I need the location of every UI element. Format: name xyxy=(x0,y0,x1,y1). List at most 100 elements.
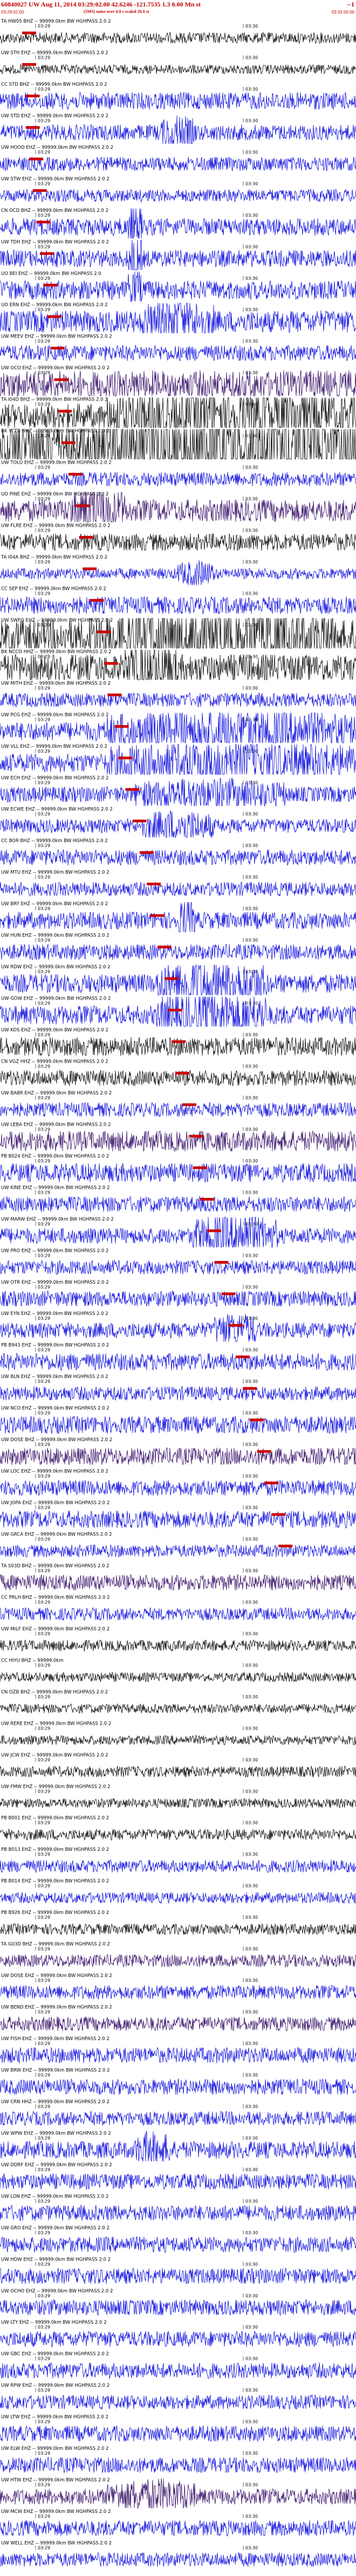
trace-label: PB B943 EHZ -- 99999.0km BW HGHPASS 2.0 … xyxy=(1,1343,109,1348)
pick-marker xyxy=(189,1134,204,1138)
waveform xyxy=(0,1479,356,1497)
trace-label: UW BEND EHZ -- 99999.0km BW HGHPASS 2.0 … xyxy=(1,2005,112,2010)
time-tick-label: 03:29 xyxy=(38,1411,50,1416)
trace-row: UW OCHO EHZ -- 99999.0km BW HGHPASS 2.0 … xyxy=(0,2289,356,2316)
time-tick-label: 03:29 xyxy=(38,1348,50,1353)
time-tick-label: 03:30 xyxy=(245,528,258,533)
pick-marker xyxy=(264,1482,278,1485)
time-tick-label: 03:30 xyxy=(245,2104,258,2109)
trace-label: UW SWFO EHZ -- 99999.0km BW HGHPASS 2.0 … xyxy=(1,618,113,623)
waveform xyxy=(0,188,356,203)
waveform xyxy=(0,1892,356,1904)
trace-label: UW HTW EHZ -- 99999.0km BW HGHPASS 2.0 2 xyxy=(1,2478,110,2483)
time-tick-label: 03:30 xyxy=(245,2230,258,2235)
time-tick-label: 03:30 xyxy=(245,2262,258,2267)
waveform xyxy=(0,1859,356,1874)
trace-label: CC PRLH BHZ -- 99999.0km BW HGHPASS 2.0 … xyxy=(1,1595,110,1600)
pick-marker xyxy=(22,63,36,66)
time-tick-label: 03:29 xyxy=(38,717,50,722)
pick-marker xyxy=(97,630,111,633)
pick-marker xyxy=(207,1229,222,1232)
time-tick-label: 03:29 xyxy=(38,2262,50,2267)
waveform xyxy=(0,2298,356,2316)
time-tick-label: 03:30 xyxy=(245,1663,258,1668)
pick-marker xyxy=(118,756,133,760)
trace-row: UW BLN EHZ -- 99999.0km BW HGHPASS 2.0 2… xyxy=(0,1374,356,1401)
time-tick-label: 03:29 xyxy=(38,1852,50,1857)
time-tick-label: 03:29 xyxy=(38,1695,50,1699)
waveform xyxy=(0,115,356,144)
seismogram-panel: TA HW05 BHZ -- 99999.0km BW HGHPASS 2.0 … xyxy=(0,19,356,2567)
trace-label: CC STD BHZ -- 99999.0km BW HGHPASS 2.0 2 xyxy=(1,82,107,87)
trace-row: UW DDRF EHZ -- 99999.0km BW HGHPASS 2.0 … xyxy=(0,2162,356,2191)
waveform xyxy=(0,2425,356,2442)
trace-label: UO ERN EHZ -- 99999.0km BW HGHPASS 2.0 2 xyxy=(1,302,108,308)
trace-row: PB B001 EHZ -- 99999.0km BW HGHPASS 2.0 … xyxy=(0,1816,356,1841)
trace-label: UW WELL EHZ -- 99999.0km BW HGHPASS 2.0 … xyxy=(1,2541,112,2546)
pick-marker xyxy=(228,1324,243,1327)
trace-label: UW OTR EHZ -- 99999.0km BW HGHPASS 2.0 2 xyxy=(1,1280,109,1285)
time-tick-label: 03:30 xyxy=(245,1127,258,1132)
time-tick-label: 03:29 xyxy=(38,150,50,155)
waveform xyxy=(0,2236,356,2253)
waveform xyxy=(0,2173,356,2191)
pick-marker xyxy=(43,284,58,287)
trace-row: UW WELL EHZ -- 99999.0km BW HGHPASS 2.0 … xyxy=(0,2541,356,2567)
time-tick-label: 03:30 xyxy=(245,24,258,29)
time-tick-label: 03:29 xyxy=(38,749,50,754)
time-tick-label: 03:29 xyxy=(38,654,50,659)
trace-row: TA I04A BHZ -- 99999.0km BW HGHPASS 2.0 … xyxy=(0,555,356,586)
trace-label: UW ELW EHZ -- 99999.0km BW HGHPASS 2.0 2 xyxy=(1,2446,108,2451)
pick-marker xyxy=(165,977,179,980)
trace-row: UW FLRE EHZ -- 99999.0km BW HGHPASS 2.0 … xyxy=(0,524,356,552)
time-tick-label: 03:29 xyxy=(38,1789,50,1794)
trace-label: UW JCW EHZ -- 99999.0km BW HGHPASS 2.0 2 xyxy=(1,1753,108,1758)
time-tick-label: 03:30 xyxy=(245,1064,258,1069)
trace-label: UW EYN EHZ -- 99999.0km BW HGHPASS 2.0 2 xyxy=(1,1311,108,1317)
time-tick-label: 03:30 xyxy=(245,1631,258,1636)
trace-label: CC BOR BHZ -- 99999.0km BW HGHPASS 2.0 2 xyxy=(1,838,108,844)
trace-label: TA S03D BHZ -- 99999.0km BW HGHPASS 2.0 … xyxy=(1,1563,109,1569)
waveform xyxy=(0,533,356,552)
time-tick-label: 03:30 xyxy=(245,1852,258,1857)
time-tick-label: 03:29 xyxy=(38,843,50,848)
time-tick-label: 03:29 xyxy=(38,2514,50,2519)
trace-label: TA HW05 BHZ -- 99999.0km BW HGHPASS 2.0 … xyxy=(1,19,111,24)
waveform xyxy=(0,1101,356,1118)
time-tick-label: 03:30 xyxy=(245,1978,258,1983)
time-tick-label: 03:30 xyxy=(245,2167,258,2172)
trace-row: UW NCO EHZ -- 99999.0km BW HGHPASS 2.0 2… xyxy=(0,1406,356,1435)
trace-row: UW HUN EHZ -- 99999.0km BW HGHPASS 2.0 2… xyxy=(0,933,356,961)
trace-label: UW BRW EHZ -- 99999.0km BW HGHPASS 2.0 2 xyxy=(1,2068,110,2073)
trace-row: UW SWFO EHZ -- 99999.0km BW HGHPASS 2.0 … xyxy=(0,617,356,649)
trace-label: PB B014 EHZ -- 99999.0km BW HGHPASS 2.0 … xyxy=(1,1879,109,1884)
time-tick-label: 03:29 xyxy=(38,2357,50,2361)
trace-label: UW DDRF EHZ -- 99999.0km BW HGHPASS 2.0 … xyxy=(1,2162,112,2168)
time-tick-label: 03:30 xyxy=(245,843,258,848)
trace-row: UW ECH EHZ -- 99999.0km BW HGHPASS 2.0 2… xyxy=(0,775,356,807)
time-tick-label: 03:29 xyxy=(38,938,50,943)
time-tick-label: 03:29 xyxy=(38,591,50,596)
trace-label: UW TDH EHZ -- 99999.0km BW HGHPASS 2.0 2 xyxy=(1,239,109,245)
trace-row: BK NCCO HHZ -- 99999.0km BW HGHPASS 2.0 … xyxy=(0,649,356,680)
waveform xyxy=(0,777,356,807)
trace-row: UW RPW EHZ -- 99999.0km BW HGHPASS 2.0 2… xyxy=(0,2383,356,2410)
trace-label: CC HIYU BHZ -- 99999.0km xyxy=(1,1658,64,1663)
time-tick-label: 03:30 xyxy=(245,1884,258,1889)
time-tick-label: 03:29 xyxy=(38,875,50,880)
time-tick-label: 03:30 xyxy=(245,465,258,470)
trace-row: CN OCD BHZ -- 99999.0km BW HGHPASS 2.0 2… xyxy=(0,208,356,239)
trace-row: UW MEEV EHZ -- 99999.0km BW HGHPASS 2.0 … xyxy=(0,334,356,361)
pick-marker xyxy=(182,1103,196,1106)
pick-marker xyxy=(22,31,36,35)
time-tick-label: 03:30 xyxy=(245,1442,258,1447)
time-tick-label: 03:30 xyxy=(245,2357,258,2361)
time-tick-label: 03:30 xyxy=(245,1001,258,1006)
time-tick-label: 03:29 xyxy=(38,1821,50,1826)
time-tick-label: 03:30 xyxy=(245,1032,258,1037)
trace-row: UW MARW EHZ -- 99999.0km BW HGHPASS 2.0 … xyxy=(0,1217,356,1248)
waveform xyxy=(0,1313,356,1342)
time-tick-label: 03:29 xyxy=(38,2451,50,2456)
time-tick-label: 03:29 xyxy=(38,1978,50,1983)
waveform xyxy=(0,1447,356,1465)
